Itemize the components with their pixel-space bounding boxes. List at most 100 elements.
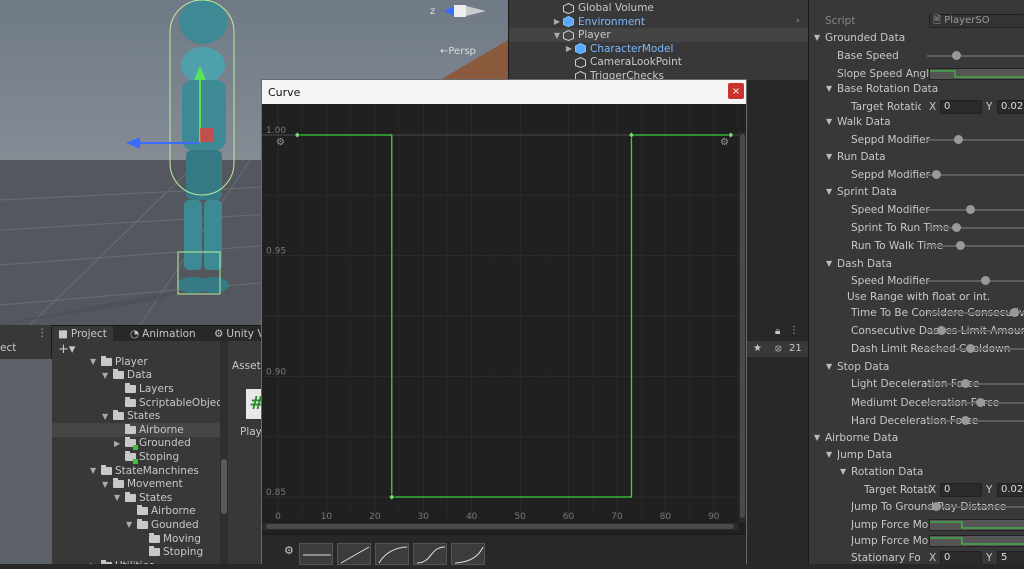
project-tree-item[interactable]: Airborne (52, 423, 220, 437)
slider-knob[interactable] (976, 398, 985, 407)
project-tree-item[interactable]: Layers (114, 382, 174, 396)
post-wrap-gear-icon[interactable]: ⚙ (720, 137, 729, 148)
curve-window-titlebar[interactable]: Curve × (262, 80, 746, 104)
console-tab-label[interactable]: ect (0, 342, 16, 354)
more-options-icon[interactable]: ⋮ (37, 327, 48, 339)
curve-field[interactable] (929, 535, 1024, 547)
slider-knob[interactable] (936, 326, 946, 335)
slider-track[interactable] (927, 55, 1024, 57)
slider-track[interactable] (927, 227, 1024, 229)
inspector-row-run-data[interactable]: ▼ Run Data (809, 149, 1024, 165)
curve-field[interactable] (929, 519, 1024, 531)
preset-constant[interactable] (299, 543, 333, 565)
hidden-eye-icon[interactable]: ⦻ (775, 343, 782, 354)
inspector-row-jump-data[interactable]: ▼ Jump Data (809, 447, 1024, 463)
curve-field[interactable] (929, 68, 1024, 80)
project-tree-item[interactable]: Stoping (138, 545, 203, 559)
slider-knob[interactable] (951, 223, 961, 232)
project-tree-item[interactable]: ▶ Grounded (114, 437, 191, 451)
foldout-arrow-icon[interactable]: ▼ (826, 117, 832, 126)
slider-track[interactable] (927, 348, 1024, 350)
project-tree-item[interactable]: ▼ Gounded (126, 518, 199, 532)
x-value-field[interactable]: 0 (940, 551, 982, 564)
y-value-field[interactable]: 5 (997, 551, 1024, 564)
foldout-arrow-icon[interactable]: ▼ (840, 467, 846, 476)
x-value-field[interactable]: 0 (940, 100, 982, 114)
foldout-arrow-icon[interactable]: ▼ (826, 259, 832, 268)
foldout-arrow-icon[interactable]: ▼ (826, 152, 832, 161)
preset-linear[interactable] (337, 543, 371, 565)
slider-track[interactable] (927, 209, 1024, 211)
hierarchy-item[interactable]: ▼ Player (509, 28, 809, 43)
persp-toggle[interactable]: ←Persp (440, 46, 476, 57)
expand-down-icon[interactable]: ▼ (102, 412, 113, 421)
project-tree-item[interactable]: Stoping (114, 450, 179, 464)
project-tree-item[interactable]: ▼ Player (90, 355, 148, 369)
inspector-row-dash-data[interactable]: ▼ Dash Data (809, 256, 1024, 272)
inspector-row-walk-data[interactable]: ▼ Walk Data (809, 114, 1024, 130)
hierarchy-item[interactable]: CameraLookPoint (563, 55, 682, 69)
expand-right-icon[interactable]: ▶ (114, 439, 125, 448)
project-tree-item[interactable]: ▼ States (102, 409, 160, 423)
favorite-star-icon[interactable]: ★ (753, 343, 762, 354)
slider-track[interactable] (927, 174, 1024, 176)
slider-knob[interactable] (954, 135, 964, 144)
inspector-row-stop-data[interactable]: ▼ Stop Data (809, 359, 1024, 375)
presets-gear-icon[interactable]: ⚙ (284, 544, 294, 557)
y-value-field[interactable]: 0.02 (997, 483, 1024, 497)
expand-down-icon[interactable]: ▼ (102, 371, 113, 380)
slider-knob[interactable] (931, 170, 941, 179)
foldout-arrow-icon[interactable]: ▼ (826, 362, 832, 371)
slider-knob[interactable] (980, 276, 990, 285)
project-tree-item[interactable]: Airborne (126, 505, 196, 519)
foldout-arrow-icon[interactable]: ▼ (814, 433, 820, 442)
inspector-row-sprint-data[interactable]: ▼ Sprint Data (809, 184, 1024, 200)
foldout-arrow-icon[interactable]: ▼ (826, 187, 832, 196)
project-tree-item[interactable]: ▼ Data (102, 369, 152, 383)
project-tree-item[interactable]: ▶Utilities (90, 559, 155, 564)
slider-track[interactable] (927, 383, 1024, 385)
slider-knob[interactable] (966, 205, 976, 214)
tab-animation[interactable]: ◔ Animation (124, 326, 202, 342)
foldout-arrow-icon[interactable]: ▼ (826, 450, 832, 459)
slider-track[interactable] (927, 506, 1024, 508)
slider-knob[interactable] (931, 502, 941, 511)
expand-down-icon[interactable]: ▼ (551, 31, 563, 40)
close-button[interactable]: × (728, 83, 744, 99)
preset-ease-in[interactable] (451, 543, 485, 565)
expand-down-icon[interactable]: ▼ (126, 520, 137, 529)
more-options-icon[interactable]: ⋮ (789, 325, 799, 336)
pre-wrap-gear-icon[interactable]: ⚙ (276, 137, 285, 148)
preset-ease-out[interactable] (375, 543, 409, 565)
preset-ease-in-out[interactable] (413, 543, 447, 565)
expand-down-icon[interactable]: ▼ (102, 480, 113, 489)
project-tree-item[interactable]: ▼ Movement (102, 477, 183, 491)
inspector-row-grounded-data[interactable]: ▼ Grounded Data (809, 30, 1024, 46)
tab-project[interactable]: ■ Project (52, 326, 113, 342)
expand-right-icon[interactable]: ▶ (563, 44, 575, 53)
project-tree-item[interactable]: Moving (138, 532, 201, 546)
tree-scrollbar[interactable] (220, 341, 228, 564)
inspector-row-base-rotation-data[interactable]: ▼ Base Rotation Data (809, 81, 1024, 97)
foldout-arrow-icon[interactable]: ▼ (826, 84, 832, 93)
curve-graph-area[interactable]: 1.00 0.95 0.90 0.85 0 10 20 30 40 50 60 70 80 90 ⚙ ⚙ (262, 104, 746, 534)
project-tree-item[interactable]: ▼ StateManchines (90, 464, 199, 478)
expand-down-icon[interactable]: ▼ (114, 493, 125, 502)
slider-track[interactable] (927, 245, 1024, 247)
slider-knob[interactable] (951, 51, 961, 60)
script-field[interactable]: 🗎 PlayerSO (929, 14, 1024, 28)
slider-track[interactable] (927, 420, 1024, 422)
hierarchy-item[interactable]: ▶ Environment (551, 15, 645, 29)
hierarchy-item[interactable]: Global Volume (551, 1, 654, 15)
horizontal-scrollbar-thumb[interactable] (266, 524, 734, 529)
expand-down-icon[interactable]: ▼ (90, 466, 101, 475)
y-value-field[interactable]: 0.02 (997, 100, 1024, 114)
slider-track[interactable] (927, 139, 1024, 141)
hierarchy-item[interactable]: ▶ CharacterModel (563, 42, 673, 56)
inspector-row-rotation-data[interactable]: ▼ Rotation Data (809, 464, 1024, 480)
project-tree-item[interactable]: ScriptableObjec (114, 396, 222, 410)
project-tree-item[interactable]: ▼ States (114, 491, 172, 505)
lock-icon[interactable]: 🔒︎ (775, 326, 780, 337)
vertical-scrollbar-thumb[interactable] (740, 134, 745, 518)
add-asset-button[interactable]: +▾ (58, 342, 75, 357)
